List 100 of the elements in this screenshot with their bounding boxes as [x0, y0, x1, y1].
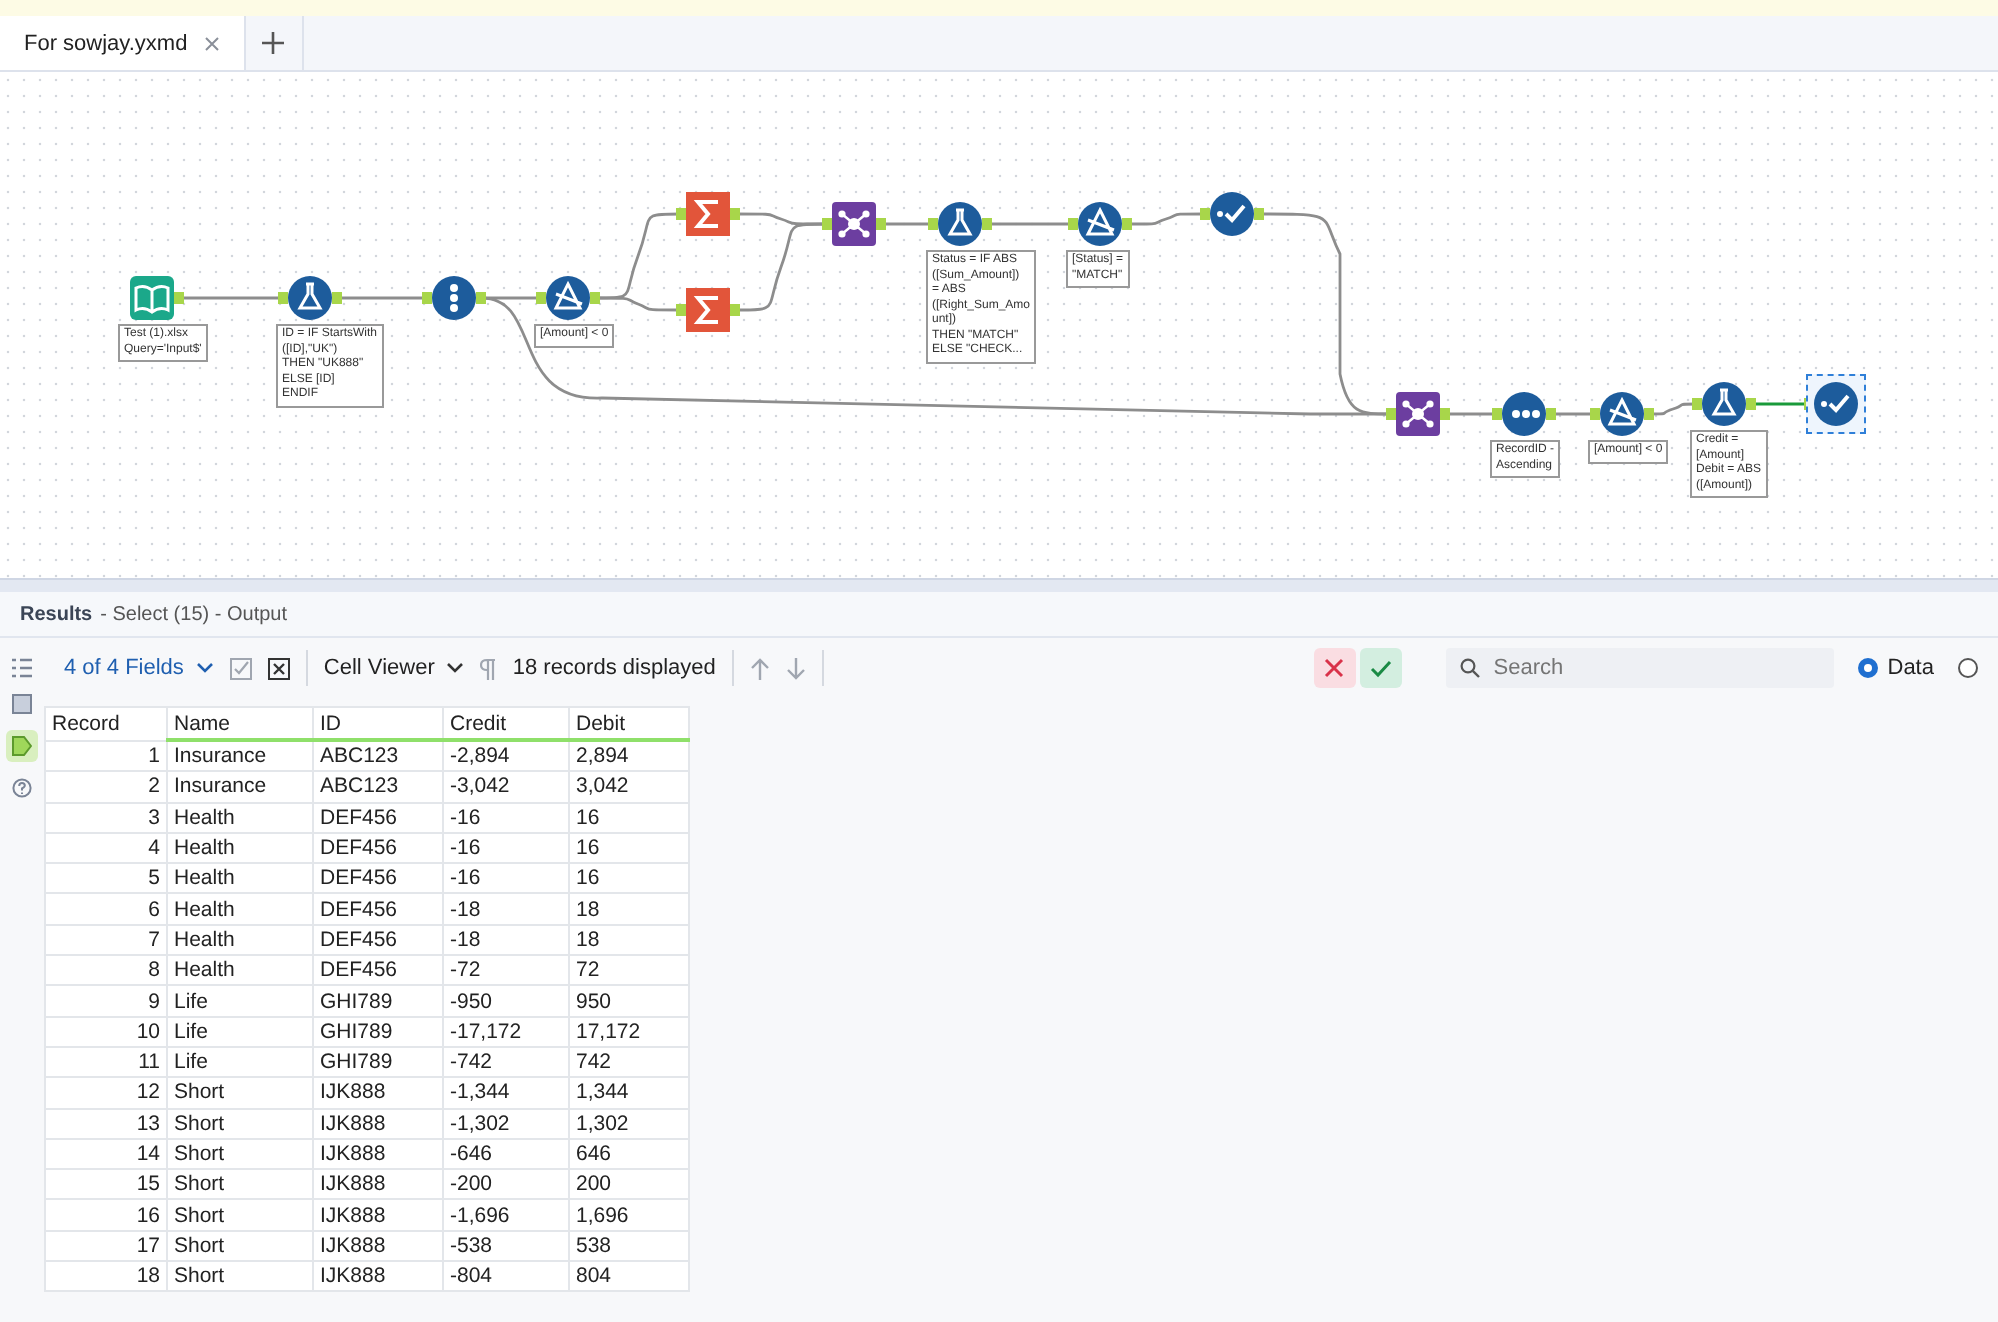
reject-button[interactable]: [1313, 648, 1356, 688]
plus-icon: [262, 32, 285, 54]
table-cell: 18: [569, 893, 689, 925]
table-cell: 3,042: [569, 771, 689, 803]
network-icon: [1396, 392, 1440, 436]
table-cell: -18: [443, 893, 569, 925]
table-cell: Short: [167, 1138, 313, 1170]
connector-line: [174, 292, 288, 304]
tag-button[interactable]: [6, 730, 38, 762]
table-cell: -16: [443, 863, 569, 894]
table-cell: 16: [569, 832, 689, 864]
chevron-icon: [446, 662, 465, 674]
search-field[interactable]: Search: [1445, 648, 1834, 688]
table-cell: -16: [443, 802, 569, 833]
table-cell: Short: [167, 1199, 313, 1231]
table-cell: Life: [167, 985, 313, 1017]
connector-line: [876, 218, 938, 230]
table-cell: 16: [569, 863, 689, 894]
table-cell: -1,696: [443, 1199, 569, 1231]
tool-node[interactable]: [1806, 374, 1866, 434]
workflow-canvas[interactable]: [0, 72, 1998, 578]
results-subtitle: - Select (15) - Output: [100, 603, 287, 625]
column-header[interactable]: Credit: [443, 707, 569, 740]
workflow-tab[interactable]: For sowjay.yxmd: [0, 16, 246, 70]
table-cell: -72: [443, 955, 569, 986]
connector-line: [982, 218, 1078, 230]
table-cell: DEF456: [313, 802, 443, 833]
checkmark-icon: [1210, 192, 1254, 236]
checkbox-icon[interactable]: [229, 657, 252, 679]
table-cell: Health: [167, 924, 313, 956]
check-icon: [1369, 659, 1392, 677]
table-cell: DEF456: [313, 955, 443, 986]
table-cell: Short: [167, 1108, 313, 1139]
table-cell: 9: [45, 985, 167, 1017]
book-icon: [130, 276, 174, 320]
table-cell: ABC123: [313, 740, 443, 772]
table-cell: 5: [45, 863, 167, 894]
table-cell: 14: [45, 1138, 167, 1170]
column-header[interactable]: Name: [167, 707, 313, 740]
close-box-icon[interactable]: [267, 657, 290, 679]
fields-dropdown[interactable]: 4 of 4 Fields: [64, 656, 214, 680]
table-cell: -804: [443, 1261, 569, 1292]
radio-button[interactable]: [1958, 658, 1978, 678]
column-header[interactable]: Debit: [569, 707, 689, 740]
connector-line: [332, 292, 432, 304]
table-cell: Life: [167, 1046, 313, 1078]
connector-line: [1122, 208, 1210, 230]
accept-button[interactable]: [1359, 648, 1402, 688]
table-cell: Short: [167, 1169, 313, 1200]
table-cell: -742: [443, 1046, 569, 1078]
list-icon[interactable]: [12, 658, 32, 678]
table-cell: 15: [45, 1169, 167, 1200]
table-cell: -950: [443, 985, 569, 1017]
table-cell: IJK888: [313, 1230, 443, 1262]
sigma-icon: [686, 288, 730, 332]
table-cell: -200: [443, 1169, 569, 1200]
viewer-dropdown[interactable]: Cell Viewer: [323, 656, 465, 680]
table-cell: 1,696: [569, 1199, 689, 1231]
close-icon[interactable]: [203, 35, 220, 51]
connector-line: [1546, 408, 1600, 420]
checkmark-icon: [1814, 382, 1858, 426]
table-cell: IJK888: [313, 1077, 443, 1109]
table-cell: 804: [569, 1261, 689, 1292]
table-cell: GHI789: [313, 1046, 443, 1078]
table-cell: IJK888: [313, 1108, 443, 1139]
table-cell: -18: [443, 924, 569, 956]
column-header[interactable]: Record: [45, 707, 167, 740]
table-cell: IJK888: [313, 1169, 443, 1200]
table-cell: DEF456: [313, 863, 443, 894]
close-icon: [1324, 658, 1345, 678]
help-icon[interactable]: [12, 778, 32, 798]
table-cell: 2: [45, 771, 167, 803]
table-cell: -17,172: [443, 1016, 569, 1047]
tab-title: For sowjay.yxmd: [24, 31, 188, 55]
table-cell: 950: [569, 985, 689, 1017]
table-cell: 18: [45, 1261, 167, 1292]
table-cell: IJK888: [313, 1199, 443, 1231]
table-cell: -1,344: [443, 1077, 569, 1109]
table-cell: Short: [167, 1077, 313, 1109]
column-header[interactable]: ID: [313, 707, 443, 740]
search-icon: [1459, 658, 1480, 678]
table-cell: 3: [45, 802, 167, 833]
table-cell: 16: [45, 1199, 167, 1231]
radio-button[interactable]: [1857, 658, 1878, 678]
connector-line: [1644, 398, 1702, 420]
tag-icon: [12, 736, 32, 756]
table-cell: IJK888: [313, 1138, 443, 1170]
table-cell: 72: [569, 955, 689, 986]
table-cell: Insurance: [167, 740, 313, 772]
chevron-icon: [195, 662, 214, 674]
table-cell: Health: [167, 955, 313, 986]
table-cell: 646: [569, 1138, 689, 1170]
table-cell: DEF456: [313, 832, 443, 864]
table-cell: 6: [45, 893, 167, 925]
table-cell: 7: [45, 924, 167, 956]
radio-label: Data: [1887, 656, 1934, 680]
table-cell: 13: [45, 1108, 167, 1139]
flask-icon: [1702, 382, 1746, 426]
flask-icon: [288, 276, 332, 320]
table-cell: GHI789: [313, 1016, 443, 1047]
